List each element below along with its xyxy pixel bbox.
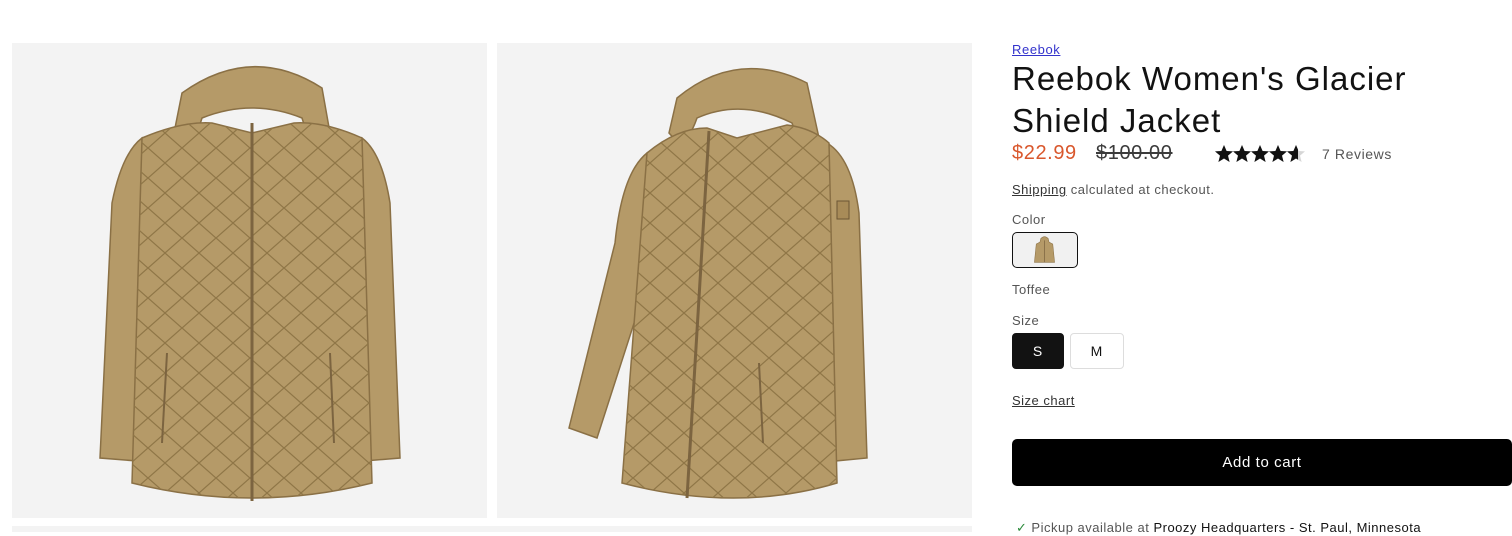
gallery-next-row — [12, 526, 972, 532]
sale-price: $22.99 — [1012, 142, 1077, 164]
shipping-link[interactable]: Shipping — [1012, 182, 1067, 197]
star-rating[interactable] — [1214, 144, 1314, 164]
compare-price: $100.00 — [1096, 142, 1173, 164]
shipping-note: Shipping calculated at checkout. — [1012, 182, 1214, 197]
star-icon — [1287, 145, 1305, 162]
product-image-angled[interactable] — [497, 43, 972, 518]
star-icon — [1233, 145, 1251, 162]
color-swatch-toffee[interactable] — [1012, 232, 1078, 268]
jacket-swatch-icon — [1034, 236, 1055, 263]
star-icon — [1269, 145, 1287, 162]
jacket-front-image — [99, 65, 401, 501]
checkmark-icon: ✓ — [1016, 520, 1028, 535]
shipping-text: calculated at checkout. — [1070, 182, 1215, 197]
size-option-s[interactable]: S — [1012, 333, 1064, 369]
pickup-availability: ✓ Pickup available at Proozy Headquarters… — [1016, 520, 1421, 536]
size-chart-link[interactable]: Size chart — [1012, 393, 1075, 408]
star-icon — [1215, 145, 1233, 162]
product-image-front[interactable] — [12, 43, 487, 518]
selected-color-name: Toffee — [1012, 282, 1051, 297]
color-label: Color — [1012, 212, 1046, 227]
size-label: Size — [1012, 313, 1040, 328]
vendor-link[interactable]: Reebok — [1012, 42, 1060, 57]
product-title: Reebok Women's Glacier Shield Jacket — [1012, 60, 1407, 139]
star-icon — [1251, 145, 1269, 162]
pickup-prefix: Pickup available at — [1031, 520, 1150, 535]
reviews-link[interactable]: 7 Reviews — [1322, 146, 1392, 162]
add-to-cart-button[interactable]: Add to cart — [1012, 439, 1512, 486]
size-option-m[interactable]: M — [1070, 333, 1124, 369]
jacket-angled-image — [568, 67, 868, 499]
price-row: $22.99 $100.00 7 Reviews — [1012, 142, 1512, 168]
pickup-location: Proozy Headquarters - St. Paul, Minnesot… — [1153, 520, 1422, 535]
